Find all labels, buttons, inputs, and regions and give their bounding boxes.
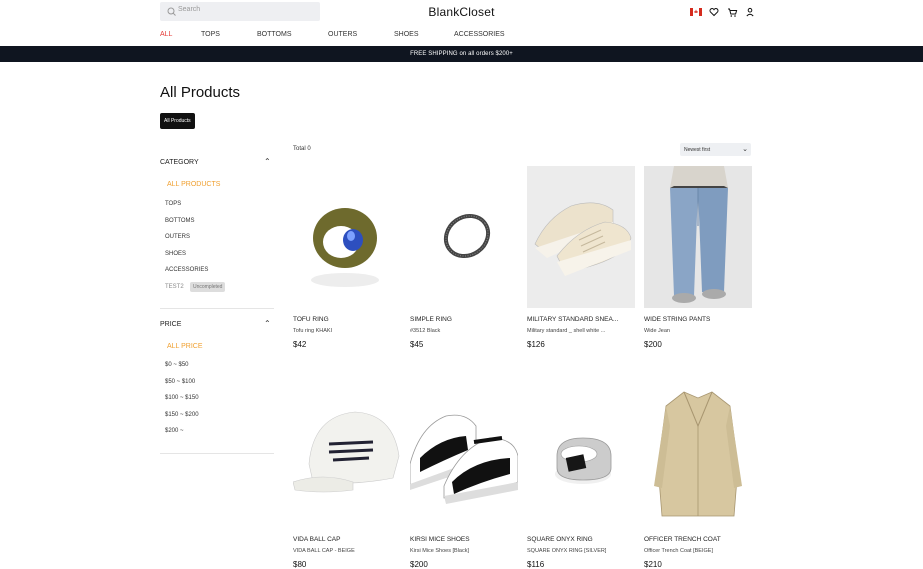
chevron-up-icon[interactable]: ⌃ (264, 157, 271, 166)
product-name[interactable]: SQUARE ONYX RING (527, 536, 635, 543)
product-card[interactable]: SQUARE ONYX RING SQUARE ONYX RING [SILVE… (527, 386, 635, 569)
price-100-150[interactable]: $100 ~ $150 (165, 395, 199, 401)
product-subtitle: Wide Jean (644, 328, 670, 334)
product-price: $210 (644, 560, 662, 569)
price-all[interactable]: ALL PRICE (167, 343, 203, 350)
product-subtitle: Tofu ring KHAKI (293, 328, 333, 334)
status-badge: Uncompleted (190, 282, 226, 292)
product-name[interactable]: OFFICER TRENCH COAT (644, 536, 752, 543)
divider (160, 308, 274, 309)
product-image[interactable] (644, 386, 752, 528)
product-image[interactable] (527, 386, 635, 528)
product-image[interactable] (293, 166, 401, 308)
nav-item-bottoms[interactable]: BOTTOMS (257, 31, 291, 38)
sort-select[interactable]: Newest first ⌄ (680, 143, 751, 156)
product-name[interactable]: SIMPLE RING (410, 316, 518, 323)
product-name[interactable]: VIDA BALL CAP (293, 536, 401, 543)
product-price: $80 (293, 560, 307, 569)
product-price: $42 (293, 340, 307, 349)
heart-icon[interactable] (708, 6, 720, 18)
brand-logo[interactable]: BlankCloset (0, 5, 923, 19)
nav-item-accessories[interactable]: ACCESSORIES (454, 31, 505, 38)
product-subtitle: Kirsi Mice Shoes [Black] (410, 548, 469, 554)
breadcrumb-all-products[interactable]: All Products (160, 113, 195, 129)
product-subtitle: Military standard _ shell white ... (527, 328, 606, 334)
price-heading: PRICE (160, 321, 182, 328)
product-image[interactable] (410, 386, 518, 528)
product-price: $45 (410, 340, 424, 349)
product-card[interactable]: KIRSI MICE SHOES Kirsi Mice Shoes [Black… (410, 386, 518, 569)
page-title: All Products (160, 84, 241, 101)
product-subtitle: Officer Trench Coat [BEIGE] (644, 548, 713, 554)
nav-item-outers[interactable]: OUTERS (328, 31, 357, 38)
product-name[interactable]: WIDE STRING PANTS (644, 316, 752, 323)
category-accessories[interactable]: ACCESSORIES (165, 267, 208, 273)
product-card[interactable]: SIMPLE RING #3512 Black $45 (410, 166, 518, 349)
product-image[interactable] (410, 166, 518, 308)
product-card[interactable]: TOFU RING Tofu ring KHAKI $42 (293, 166, 401, 349)
nav-item-shoes[interactable]: SHOES (394, 31, 419, 38)
price-0-50[interactable]: $0 ~ $50 (165, 362, 189, 368)
category-shoes[interactable]: SHOES (165, 251, 186, 257)
product-card[interactable]: WIDE STRING PANTS Wide Jean $200 (644, 166, 752, 349)
category-all-products[interactable]: ALL PRODUCTS (167, 181, 220, 188)
category-heading: CATEGORY (160, 159, 199, 166)
product-image[interactable] (293, 386, 401, 528)
product-image[interactable] (644, 166, 752, 308)
product-subtitle: VIDA BALL CAP - BEIGE (293, 548, 355, 554)
price-150-200[interactable]: $150 ~ $200 (165, 412, 199, 418)
product-subtitle: #3512 Black (410, 328, 441, 334)
product-name[interactable]: TOFU RING (293, 316, 401, 323)
sort-value: Newest first (684, 146, 711, 153)
ring-icon (311, 208, 379, 287)
product-card[interactable]: VIDA BALL CAP VIDA BALL CAP - BEIGE $80 (293, 386, 401, 569)
product-card[interactable]: MILITARY STANDARD SNEA... Military stand… (527, 166, 635, 349)
product-name[interactable]: KIRSI MICE SHOES (410, 536, 518, 543)
category-tops[interactable]: TOPS (165, 201, 181, 207)
product-price: $126 (527, 340, 545, 349)
product-price: $116 (527, 560, 545, 569)
cap-icon (293, 411, 400, 493)
category-test2[interactable]: TEST2 (165, 284, 184, 290)
product-price: $200 (410, 560, 428, 569)
chevron-up-icon[interactable]: ⌃ (264, 319, 271, 328)
user-icon[interactable] (744, 6, 756, 18)
product-price: $200 (644, 340, 662, 349)
category-outers[interactable]: OUTERS (165, 234, 190, 240)
sneaker-icon (534, 202, 632, 276)
category-bottoms[interactable]: BOTTOMS (165, 218, 195, 224)
product-subtitle: SQUARE ONYX RING [SILVER] (527, 548, 607, 554)
divider (160, 453, 274, 454)
cart-icon[interactable] (726, 6, 738, 18)
chevron-down-icon: ⌄ (742, 146, 748, 153)
product-card[interactable]: OFFICER TRENCH COAT Officer Trench Coat … (644, 386, 752, 569)
nav-item-all[interactable]: ALL (160, 31, 172, 38)
nav-item-tops[interactable]: TOPS (201, 31, 220, 38)
coat-icon (654, 391, 742, 517)
ring-icon (555, 437, 612, 484)
ring-icon (443, 213, 491, 259)
header-icons (690, 5, 756, 19)
pants-icon (670, 166, 728, 303)
product-image[interactable] (527, 166, 635, 308)
price-200-plus[interactable]: $200 ~ (165, 428, 184, 434)
price-50-100[interactable]: $50 ~ $100 (165, 379, 195, 385)
canada-flag-icon[interactable] (690, 6, 702, 18)
shoe-icon (410, 414, 518, 504)
total-count: Total 0 (293, 146, 311, 152)
product-name[interactable]: MILITARY STANDARD SNEA... (527, 316, 635, 323)
shipping-banner: FREE SHIPPING on all orders $200+ (0, 46, 923, 62)
